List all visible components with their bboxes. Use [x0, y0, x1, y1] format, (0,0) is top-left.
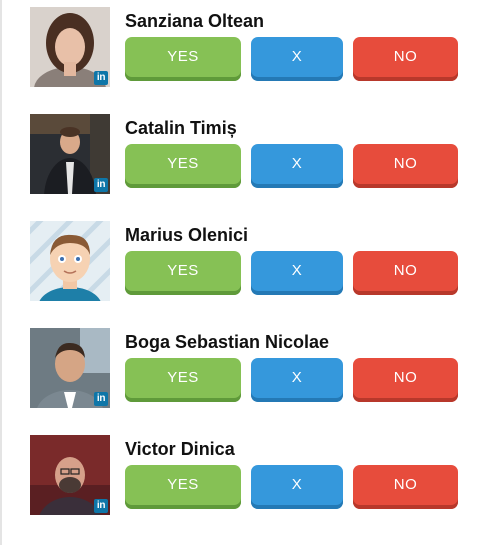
contact-list: in Sanziana Oltean YES X NO in Catalin T…: [0, 0, 488, 545]
contact-row: in Victor Dinica YES X NO: [0, 435, 488, 515]
no-button[interactable]: NO: [353, 37, 458, 81]
person-name: Victor Dinica: [125, 439, 235, 459]
person-name: Catalin Timiș: [125, 118, 237, 138]
cartoon-avatar-icon: [30, 221, 110, 301]
contact-row: in Sanziana Oltean YES X NO: [0, 7, 488, 87]
skip-button[interactable]: X: [251, 37, 343, 81]
contact-row: Marius Olenici YES X NO: [0, 221, 488, 301]
skip-button[interactable]: X: [251, 144, 343, 188]
no-button[interactable]: NO: [353, 358, 458, 402]
linkedin-icon: in: [94, 178, 108, 192]
no-button[interactable]: NO: [353, 465, 458, 509]
linkedin-icon: in: [94, 392, 108, 406]
yes-button[interactable]: YES: [125, 358, 241, 402]
avatar[interactable]: in: [30, 114, 110, 194]
person-name: Boga Sebastian Nicolae: [125, 332, 330, 352]
avatar[interactable]: in: [30, 328, 110, 408]
skip-button[interactable]: X: [251, 251, 343, 295]
skip-button[interactable]: X: [251, 465, 343, 509]
yes-button[interactable]: YES: [125, 251, 241, 295]
avatar[interactable]: in: [30, 7, 110, 87]
avatar[interactable]: [30, 221, 110, 301]
avatar[interactable]: in: [30, 435, 110, 515]
skip-button[interactable]: X: [251, 358, 343, 402]
linkedin-icon: in: [94, 71, 108, 85]
yes-button[interactable]: YES: [125, 144, 241, 188]
contact-row: in Catalin Timiș YES X NO: [0, 114, 488, 194]
contact-row: in Boga Sebastian Nicolae YES X NO: [0, 328, 488, 408]
no-button[interactable]: NO: [353, 251, 458, 295]
yes-button[interactable]: YES: [125, 37, 241, 81]
linkedin-icon: in: [94, 499, 108, 513]
yes-button[interactable]: YES: [125, 465, 241, 509]
person-name: Marius Olenici: [125, 225, 249, 245]
no-button[interactable]: NO: [353, 144, 458, 188]
person-name: Sanziana Oltean: [125, 11, 265, 31]
